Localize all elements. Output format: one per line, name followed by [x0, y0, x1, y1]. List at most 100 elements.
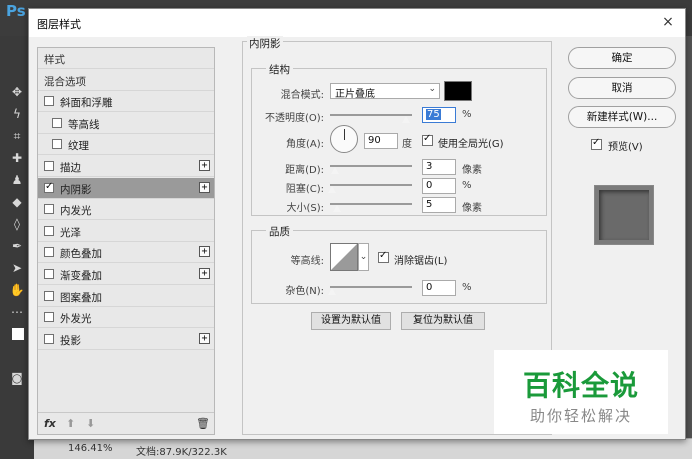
- antialias-label: 消除锯齿(L): [394, 256, 448, 267]
- style-checkbox[interactable]: [44, 333, 54, 344]
- opacity-slider-thumb[interactable]: [401, 115, 411, 124]
- size-unit: 像素: [462, 203, 482, 214]
- style-checkbox[interactable]: [44, 181, 54, 193]
- style-preview-inner: [599, 190, 649, 240]
- angle-input[interactable]: 90: [364, 133, 398, 149]
- ok-button[interactable]: 确定: [568, 47, 676, 69]
- choke-slider-thumb[interactable]: [327, 185, 337, 194]
- style-item[interactable]: 颜色叠加 +: [38, 242, 214, 264]
- style-header-0[interactable]: 样式: [38, 48, 214, 69]
- angle-dial[interactable]: [330, 125, 358, 153]
- preview-checkbox[interactable]: [591, 137, 602, 150]
- lasso-tool-icon[interactable]: ϟ: [9, 106, 25, 122]
- size-slider[interactable]: [330, 203, 412, 205]
- structure-group: 结构 混合模式: 正片叠底 ⌄ 不透明度(O): 75 % 角度(A): 90 …: [251, 62, 547, 216]
- style-checkbox[interactable]: [44, 204, 54, 215]
- style-checkbox[interactable]: [44, 225, 54, 236]
- style-checkbox[interactable]: [52, 139, 62, 150]
- contour-preview[interactable]: [330, 243, 358, 271]
- choke-slider[interactable]: [330, 184, 412, 186]
- antialias-checkbox[interactable]: [378, 250, 389, 263]
- style-item[interactable]: 外发光: [38, 307, 214, 329]
- style-item[interactable]: 内阴影 +: [38, 177, 214, 199]
- style-item[interactable]: 描边 +: [38, 156, 214, 177]
- size-input[interactable]: 5: [422, 197, 456, 213]
- add-icon[interactable]: +: [199, 332, 210, 344]
- move-up-icon[interactable]: ⬆: [66, 417, 75, 430]
- style-item[interactable]: 等高线: [38, 113, 214, 134]
- distance-slider[interactable]: [330, 165, 412, 167]
- style-item-label: 等高线: [68, 118, 100, 131]
- contour-chevron-down-icon[interactable]: ⌄: [358, 243, 369, 271]
- make-default-button[interactable]: 设置为默认值: [311, 312, 391, 330]
- quick-mask-icon[interactable]: ◙: [9, 370, 25, 386]
- chevron-down-icon: ⌄: [428, 84, 436, 94]
- opacity-label: 不透明度(O):: [264, 113, 324, 124]
- style-checkbox[interactable]: [44, 290, 54, 301]
- style-checkbox[interactable]: [44, 247, 54, 258]
- add-icon[interactable]: +: [199, 246, 210, 258]
- add-icon[interactable]: +: [199, 268, 210, 279]
- foreground-color-icon[interactable]: [12, 328, 24, 340]
- style-item-label: 光泽: [60, 226, 81, 239]
- style-header-1[interactable]: 混合选项: [38, 70, 214, 91]
- move-tool-icon[interactable]: ✥: [9, 84, 25, 100]
- close-icon[interactable]: ×: [659, 13, 677, 31]
- add-icon[interactable]: +: [199, 160, 210, 171]
- reset-default-button[interactable]: 复位为默认值: [401, 312, 485, 330]
- stamp-tool-icon[interactable]: ♟: [9, 172, 25, 188]
- style-item[interactable]: 纹理: [38, 134, 214, 156]
- size-slider-thumb[interactable]: [332, 204, 342, 213]
- add-icon[interactable]: +: [199, 181, 210, 193]
- distance-slider-thumb[interactable]: [330, 166, 340, 175]
- blend-mode-select[interactable]: 正片叠底 ⌄: [330, 83, 440, 100]
- blend-mode-label: 混合模式:: [280, 90, 324, 101]
- style-checkbox[interactable]: [52, 117, 62, 128]
- photoshop-logo: Ps: [6, 2, 26, 20]
- style-item[interactable]: 斜面和浮雕: [38, 91, 214, 113]
- style-item[interactable]: 图案叠加: [38, 286, 214, 307]
- blur-tool-icon[interactable]: ◊: [9, 216, 25, 232]
- style-item[interactable]: 内发光: [38, 199, 214, 221]
- global-light-checkbox[interactable]: [422, 133, 433, 146]
- dialog-titlebar: 图层样式 ×: [29, 9, 685, 37]
- quality-legend: 品质: [266, 224, 293, 239]
- style-checkbox[interactable]: [44, 312, 54, 323]
- hand-tool-icon[interactable]: ✋: [9, 282, 25, 298]
- new-style-button[interactable]: 新建样式(W)...: [568, 106, 676, 128]
- select-tool-icon[interactable]: ➤: [9, 260, 25, 276]
- style-item[interactable]: 光泽: [38, 221, 214, 242]
- opacity-unit: %: [462, 109, 472, 120]
- status-bar: 146.41% 文档:87.9K/322.3K: [34, 438, 692, 459]
- fx-icon[interactable]: fx: [44, 417, 56, 430]
- style-item[interactable]: 投影 +: [38, 329, 214, 350]
- move-down-icon[interactable]: ⬇: [86, 417, 95, 430]
- distance-input[interactable]: 3: [422, 159, 456, 175]
- style-checkbox[interactable]: [44, 161, 54, 171]
- style-checkbox[interactable]: [44, 96, 54, 107]
- opacity-slider[interactable]: [330, 114, 412, 116]
- blend-mode-value: 正片叠底: [335, 89, 375, 100]
- crop-tool-icon[interactable]: ⌗: [9, 128, 25, 144]
- choke-input[interactable]: 0: [422, 178, 456, 194]
- noise-unit: %: [462, 282, 472, 293]
- structure-legend: 结构: [266, 62, 293, 77]
- style-checkbox[interactable]: [44, 269, 54, 279]
- more-tools-icon[interactable]: ⋯: [9, 304, 25, 320]
- style-item[interactable]: 渐变叠加 +: [38, 264, 214, 285]
- choke-label: 阻塞(C):: [285, 184, 324, 195]
- noise-input[interactable]: 0: [422, 280, 456, 296]
- angle-label: 角度(A):: [285, 139, 324, 150]
- cancel-button[interactable]: 取消: [568, 77, 676, 99]
- healing-tool-icon[interactable]: ✚: [9, 150, 25, 166]
- pen-tool-icon[interactable]: ✒: [9, 238, 25, 254]
- panel-title: 内阴影: [247, 36, 283, 51]
- eraser-tool-icon[interactable]: ◆: [9, 194, 25, 210]
- style-item-label: 投影: [60, 334, 81, 347]
- style-item-label: 斜面和浮雕: [60, 97, 113, 110]
- opacity-input[interactable]: 75: [422, 107, 456, 123]
- noise-slider[interactable]: [330, 286, 412, 288]
- noise-slider-thumb[interactable]: [327, 287, 337, 296]
- shadow-color-swatch[interactable]: [444, 81, 472, 101]
- trash-icon[interactable]: 🗑: [196, 417, 210, 430]
